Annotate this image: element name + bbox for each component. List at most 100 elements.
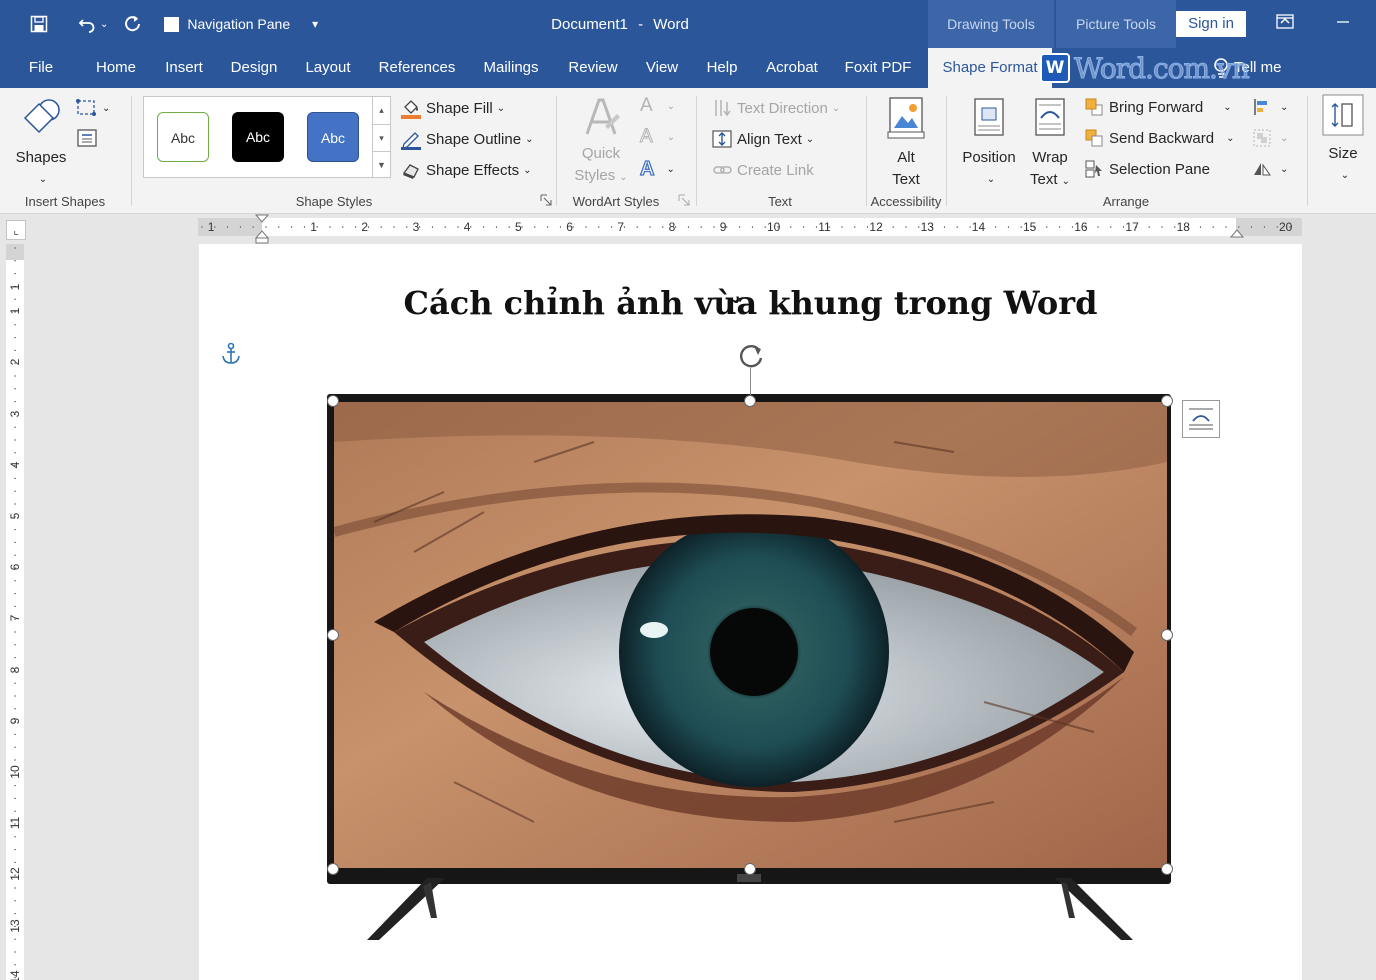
rotate-objects-chevron-icon: ⌄ [1280,163,1289,175]
customize-qat-chevron-icon[interactable]: ▾ [312,17,318,31]
wrap-text-label-1: Wrap [1032,149,1068,166]
document-page[interactable]: Cách chỉnh ảnh vừa khung trong Word [199,244,1302,980]
tab-design[interactable]: Design [222,48,286,88]
right-indent-marker-icon[interactable] [1230,227,1244,239]
text-effects-chevron-icon: ⌄ [666,164,675,175]
tab-foxit-pdf[interactable]: Foxit PDF [838,48,918,88]
undo-icon [78,19,95,33]
wrap-text-icon [1035,98,1065,136]
word-logo-icon: W [1040,53,1070,83]
position-button[interactable]: Position ⌄ [958,96,1020,191]
undo-button[interactable] [70,7,104,41]
tab-view[interactable]: View [636,48,688,88]
vertical-ruler[interactable]: 1 1 2 3 4 5 6 7 8 9 10 11 12 13 14 [6,244,24,980]
shape-styles-dialog-launcher-icon[interactable] [540,194,552,206]
text-direction-button[interactable]: Text Direction ⌄ [712,98,840,118]
vertical-ruler-number: 1 [8,284,22,291]
tab-layout[interactable]: Layout [296,48,360,88]
repeat-icon [125,16,141,32]
layout-options-button[interactable] [1182,400,1220,438]
text-fill-chevron-icon: ⌄ [666,100,676,112]
shape-effects-button[interactable]: Shape Effects ⌄ [400,159,532,181]
sign-in-button[interactable]: Sign in [1176,11,1246,37]
tab-home[interactable]: Home [86,48,146,88]
wordart-styles-dialog-launcher-icon[interactable] [678,194,690,206]
gallery-scroll-down-button[interactable]: ▾ [372,124,390,151]
resize-handle-bottom-left[interactable] [327,863,339,875]
eye-photo[interactable] [334,402,1167,868]
navigation-pane-checkbox[interactable] [164,16,180,32]
tab-review[interactable]: Review [558,48,628,88]
rotate-objects-button[interactable]: ⌄ [1252,159,1288,179]
horizontal-ruler[interactable]: 1 1 2 3 4 5 6 7 8 9 10 11 12 13 14 15 16 17 18 20 [198,214,1302,244]
resize-handle-top-center[interactable] [744,395,756,407]
watermark-text: Word.com.vn [1074,51,1251,85]
create-link-button[interactable]: Create Link [712,160,814,180]
resize-handle-top-right[interactable] [1161,395,1173,407]
text-effects-button[interactable]: A ⌄ [639,157,675,181]
wrap-text-button[interactable]: Wrap Text ⌄ [1024,96,1076,193]
save-button[interactable] [22,7,56,41]
ribbon-display-options-button[interactable] [1262,0,1308,44]
shape-fill-button[interactable]: Shape Fill ⌄ [400,97,505,119]
document-heading[interactable]: Cách chỉnh ảnh vừa khung trong Word [199,284,1302,322]
quick-styles-button[interactable]: Quick Styles ⌄ [568,96,634,189]
text-outline-button[interactable]: A ⌄ [640,126,676,148]
align-text-button[interactable]: Align Text ⌄ [712,129,814,149]
resize-handle-bottom-center[interactable] [744,863,756,875]
resize-handle-middle-left[interactable] [327,629,339,641]
gallery-more-button[interactable]: ▼ [372,151,390,178]
quick-styles-label-2: Styles ⌄ [574,167,628,184]
shape-style-swatch-black[interactable]: Abc [232,112,284,162]
size-button[interactable]: Size ⌄ [1318,94,1368,187]
shape-effects-icon [402,164,419,179]
bring-forward-button[interactable]: Bring Forward ⌄ [1084,97,1232,117]
ruler-number: 11 [818,220,831,234]
redo-button[interactable] [116,7,150,41]
text-box-icon [77,129,97,147]
draw-text-box-button[interactable] [76,128,98,148]
minimize-button[interactable] [1320,0,1366,44]
text-fill-button[interactable]: A ⌄ [640,95,675,117]
group-objects-button[interactable]: ⌄ [1252,128,1288,148]
bring-forward-icon [1085,98,1103,116]
resize-handle-middle-right[interactable] [1161,629,1173,641]
tab-file[interactable]: File [18,48,64,88]
tab-acrobat[interactable]: Acrobat [756,48,828,88]
text-outline-icon: A [640,126,654,148]
group-objects-icon [1253,129,1271,147]
tab-insert[interactable]: Insert [156,48,212,88]
tab-shape-format[interactable]: Shape Format [928,48,1052,88]
undo-dropdown-chevron-icon[interactable]: ⌄ [100,19,108,30]
shapes-button[interactable]: Shapes ⌄ [12,96,70,191]
tab-selector-button[interactable]: ⌞ [6,220,26,240]
align-text-icon [712,130,732,148]
rotate-handle-icon[interactable] [733,340,769,372]
text-fill-icon: A [640,95,653,116]
resize-handle-bottom-right[interactable] [1161,863,1173,875]
shape-style-swatch-blue[interactable]: Abc [307,112,359,162]
tab-help[interactable]: Help [698,48,746,88]
edit-shape-button[interactable]: ⌄ [76,98,110,118]
tab-references[interactable]: References [372,48,462,88]
alt-text-button[interactable]: Alt Text [880,96,932,191]
shapes-chevron-icon: ⌄ [38,174,48,185]
shape-outline-button[interactable]: Shape Outline ⌄ [400,128,533,150]
gallery-scroll-up-button[interactable]: ▴ [372,97,390,124]
send-backward-chevron-icon: ⌄ [1226,132,1235,144]
send-backward-button[interactable]: Send Backward ⌄ [1084,128,1234,148]
navigation-pane-toggle[interactable]: Navigation Pane [164,16,290,32]
indent-marker-icon[interactable] [255,214,269,244]
tab-mailings[interactable]: Mailings [474,48,548,88]
position-label: Position [962,149,1016,166]
selection-pane-button[interactable]: Selection Pane [1084,159,1210,179]
edit-shape-icon [76,99,96,116]
group-label-wordart-styles: WordArt Styles [572,194,660,209]
align-objects-button[interactable]: ⌄ [1252,97,1288,117]
selection-pane-label: Selection Pane [1109,160,1210,178]
group-objects-chevron-icon: ⌄ [1280,132,1289,144]
create-link-label: Create Link [737,161,814,179]
ribbon-separator [131,96,132,206]
shape-style-swatch-outline[interactable]: Abc [157,112,209,162]
resize-handle-top-left[interactable] [327,395,339,407]
